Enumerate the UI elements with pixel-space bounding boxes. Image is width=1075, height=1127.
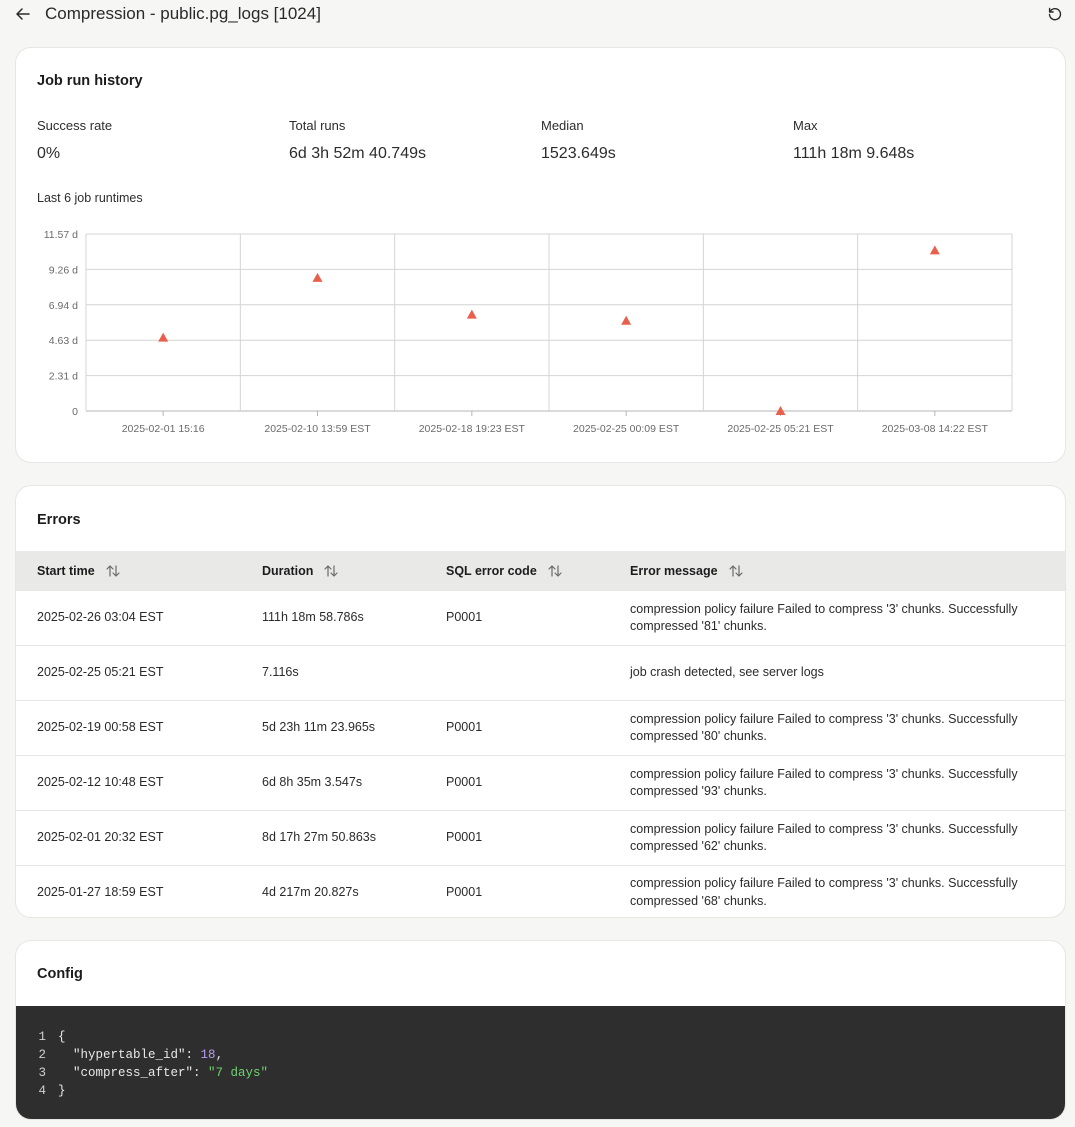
cell-start-time: 2025-02-01 20:32 EST — [37, 830, 164, 845]
column-header-label: Start time — [37, 563, 95, 578]
cell-start-time: 2025-02-26 03:04 EST — [37, 610, 164, 625]
table-row[interactable]: 2025-02-12 10:48 EST 6d 8h 35m 3.547s P0… — [16, 755, 1065, 810]
code-punct: , — [215, 1048, 224, 1062]
code-line: 4} — [16, 1082, 66, 1100]
table-header: Start time Duration SQL error code Error… — [16, 551, 1065, 590]
errors-card: Errors Start time Duration SQL error cod… — [15, 485, 1066, 918]
table-row[interactable]: 2025-02-26 03:04 EST 111h 18m 58.786s P0… — [16, 590, 1065, 645]
page-title: Compression - public.pg_logs [1024] — [45, 4, 321, 23]
code-line: 3 "compress_after": "7 days" — [16, 1064, 268, 1082]
line-number: 3 — [38, 1066, 46, 1080]
cell-error-message: compression policy failure Failed to com… — [630, 766, 1018, 799]
cell-sql-error-code: P0001 — [446, 720, 483, 735]
x-tick-label: 2025-02-01 15:16 — [122, 423, 205, 435]
data-point-triangle — [929, 245, 940, 255]
cell-start-time: 2025-01-27 18:59 EST — [37, 884, 164, 899]
cell-error-message: compression policy failure Failed to com… — [630, 821, 1018, 854]
cell-error-message: compression policy failure Failed to com… — [630, 711, 1018, 744]
cell-start-time: 2025-02-19 00:58 EST — [37, 720, 164, 735]
table-row[interactable]: 2025-02-25 05:21 EST 7.116s job crash de… — [16, 645, 1065, 700]
top-bar: Compression - public.pg_logs [1024] — [0, 0, 1075, 30]
errors-title: Errors — [37, 512, 81, 528]
y-tick-label: 4.63 d — [49, 335, 78, 347]
data-point-triangle — [158, 332, 169, 342]
code-value: 18 — [200, 1048, 216, 1062]
cell-duration: 7.116s — [262, 665, 299, 680]
data-point-triangle — [621, 315, 632, 325]
code-key: "compress_after" — [73, 1066, 194, 1080]
cell-sql-error-code: P0001 — [446, 610, 483, 625]
column-header-label: Duration — [262, 563, 314, 578]
line-number: 4 — [38, 1084, 46, 1098]
cell-error-message: compression policy failure Failed to com… — [630, 876, 1018, 908]
sort-icon[interactable] — [547, 564, 563, 578]
y-tick-label: 9.26 d — [49, 264, 78, 276]
data-point-triangle — [466, 309, 477, 319]
arrow-left-icon — [16, 8, 30, 20]
refresh-icon — [1048, 7, 1062, 21]
code-brace-open: { — [58, 1030, 66, 1044]
line-number: 2 — [38, 1048, 46, 1062]
y-tick-label: 11.57 d — [44, 229, 78, 241]
x-tick-label: 2025-02-25 00:09 EST — [573, 423, 680, 435]
cell-sql-error-code: P0001 — [446, 884, 483, 899]
config-title: Config — [37, 966, 83, 982]
sort-icon[interactable] — [728, 564, 744, 578]
column-header-start-time[interactable]: Start time — [37, 551, 121, 590]
column-header-sql-error-code[interactable]: SQL error code — [446, 551, 563, 590]
column-header-error-message[interactable]: Error message — [630, 551, 744, 590]
y-tick-label: 0 — [72, 406, 78, 418]
config-code-block[interactable]: 1{ 2 "hypertable_id": 18, 3 "compress_afte… — [16, 1006, 1065, 1119]
cell-duration: 6d 8h 35m 3.547s — [262, 775, 363, 790]
cell-start-time: 2025-02-25 05:21 EST — [37, 665, 164, 680]
sort-icon[interactable] — [105, 564, 121, 578]
code-value: "7 days" — [208, 1066, 269, 1080]
back-button[interactable] — [12, 3, 34, 25]
code-line: 1{ — [16, 1028, 66, 1046]
cell-duration: 5d 23h 11m 23.965s — [262, 720, 376, 735]
column-header-label: SQL error code — [446, 563, 537, 578]
cell-sql-error-code: P0001 — [446, 830, 483, 845]
cell-error-message: job crash detected, see server logs — [630, 665, 824, 680]
column-header-label: Error message — [630, 563, 718, 578]
runtime-chart: 0 2.31 d 4.63 d 6.94 d 9.26 d 11.57 d 2025-02-… — [44, 229, 1013, 435]
cell-duration: 4d 217m 20.827s — [262, 884, 359, 899]
code-key: "hypertable_id" — [73, 1048, 186, 1062]
x-tick-label: 2025-02-18 19:23 EST — [419, 423, 526, 435]
config-card: Config 1{ 2 "hypertable_id": 18, 3 "compre… — [15, 940, 1066, 1120]
cell-sql-error-code: P0001 — [446, 775, 483, 790]
cell-duration: 111h 18m 58.786s — [262, 610, 364, 625]
sort-icon[interactable] — [323, 564, 339, 578]
cell-duration: 8d 17h 27m 50.863s — [262, 830, 376, 845]
table-row[interactable]: 2025-02-01 20:32 EST 8d 17h 27m 50.863s … — [16, 810, 1065, 865]
refresh-button[interactable] — [1044, 3, 1066, 25]
cell-start-time: 2025-02-12 10:48 EST — [37, 775, 164, 790]
job-run-history-card: Job run history Success rate 0% Total ru… — [15, 47, 1066, 463]
y-tick-label: 2.31 d — [49, 371, 78, 383]
cell-error-message: compression policy failure Failed to com… — [630, 601, 1018, 634]
column-header-duration[interactable]: Duration — [262, 551, 339, 590]
table-row[interactable]: 2025-02-19 00:58 EST 5d 23h 11m 23.965s … — [16, 700, 1065, 755]
y-tick-label: 6.94 d — [49, 300, 78, 312]
code-line: 2 "hypertable_id": 18, — [16, 1046, 223, 1064]
x-tick-label: 2025-02-25 05:21 EST — [727, 423, 834, 435]
code-brace-close: } — [58, 1084, 66, 1098]
table-row[interactable]: 2025-01-27 18:59 EST 4d 217m 20.827s P00… — [16, 865, 1065, 917]
x-tick-label: 2025-02-10 13:59 EST — [264, 423, 371, 435]
line-number: 1 — [38, 1030, 46, 1044]
data-point-triangle — [312, 272, 323, 282]
x-tick-label: 2025-03-08 14:22 EST — [882, 423, 989, 435]
